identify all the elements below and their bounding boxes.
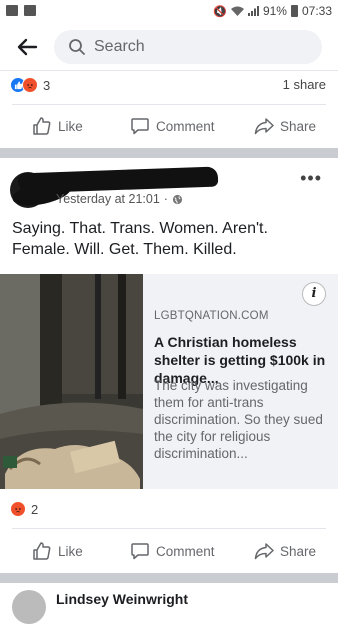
like-label: Like: [58, 543, 83, 559]
back-arrow-icon[interactable]: [16, 36, 38, 58]
link-thumbnail: [0, 274, 143, 489]
post-separator: [0, 573, 338, 583]
like-button[interactable]: Like: [32, 531, 83, 571]
angry-reaction-icon: [10, 501, 26, 517]
post-actions: Like Comment Share: [0, 531, 338, 571]
search-input[interactable]: Search: [54, 30, 322, 64]
comment-label: Comment: [156, 543, 215, 559]
reaction-divider: [12, 104, 326, 105]
comment-button[interactable]: Comment: [130, 106, 215, 146]
link-source: LGBTQNATION.COM: [154, 310, 269, 322]
battery-icon: [290, 5, 298, 17]
comment-button[interactable]: Comment: [130, 531, 215, 571]
info-icon[interactable]: i: [302, 282, 326, 306]
share-label: Share: [280, 118, 317, 134]
share-count[interactable]: 1 share: [283, 77, 326, 92]
reaction-summary[interactable]: 3: [10, 76, 50, 94]
post-text: Saying. That. Trans. Women. Aren't. Fema…: [12, 220, 268, 258]
status-bar: 🔇 91% 07:33: [0, 0, 338, 24]
search-header: Search: [0, 24, 338, 70]
reaction-divider: [12, 528, 326, 529]
signal-icon: [247, 6, 259, 16]
post-meta: Yesterday at 21:01 ·: [56, 192, 183, 206]
like-icon: [33, 117, 51, 135]
clock: 07:33: [301, 4, 332, 18]
comment-icon: [131, 118, 149, 135]
separator-dot: ·: [163, 192, 168, 206]
search-placeholder: Search: [94, 38, 145, 55]
reaction-count: 3: [43, 77, 51, 93]
share-icon: [254, 118, 274, 135]
post-actions: Like Comment Share: [0, 106, 338, 146]
share-button[interactable]: Share: [254, 531, 316, 571]
search-icon: [69, 39, 85, 55]
reaction-summary[interactable]: 2: [10, 501, 38, 517]
avatar[interactable]: [12, 590, 46, 624]
post-timestamp[interactable]: Yesterday at 21:01: [56, 192, 160, 206]
gallery-notification-icon: [6, 5, 18, 16]
message-notification-icon: [24, 5, 36, 16]
angry-reaction-icon: [22, 77, 38, 93]
battery-percent: 91%: [262, 4, 287, 18]
like-icon: [33, 542, 51, 560]
like-label: Like: [58, 118, 83, 134]
wifi-icon: [230, 6, 244, 16]
comment-icon: [131, 543, 149, 560]
reaction-count: 2: [31, 501, 39, 517]
more-options-icon[interactable]: •••: [300, 168, 322, 189]
like-button[interactable]: Like: [32, 106, 83, 146]
header-divider: [0, 70, 338, 71]
globe-icon: [172, 194, 183, 204]
share-label: Share: [280, 543, 317, 559]
link-preview-card[interactable]: i LGBTQNATION.COM A Christian homeless s…: [0, 274, 338, 489]
mute-icon: 🔇: [213, 5, 227, 18]
share-icon: [254, 543, 274, 560]
author-name[interactable]: Lindsey Weinwright: [56, 591, 188, 607]
link-description: The city was investigating them for anti…: [154, 378, 323, 461]
post-separator: [0, 148, 338, 158]
share-button[interactable]: Share: [254, 106, 316, 146]
comment-label: Comment: [156, 118, 215, 134]
